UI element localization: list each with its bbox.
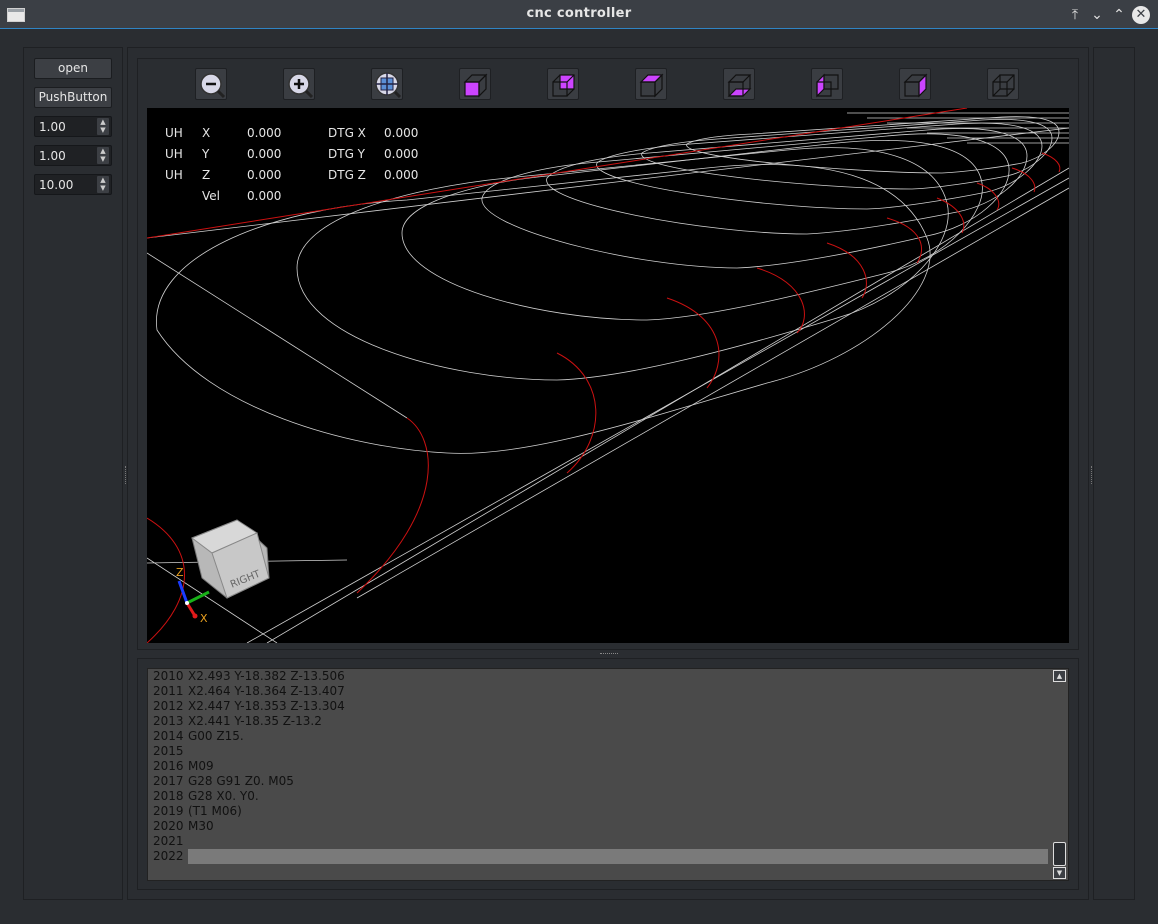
gcode-line[interactable]: 2021 [153,834,188,849]
rapid-arc-10 [1041,152,1061,173]
dro-y-axis: Y [202,147,210,161]
dro-y-state: UH [165,147,183,161]
dro-x-axis: X [202,126,211,140]
toolpath-loop-1 [156,164,931,454]
scroll-up-icon[interactable]: ▲ [1053,670,1066,682]
spinbox-1-arrows[interactable]: ▲ ▼ [97,118,109,135]
minimize-icon[interactable]: ⌄ [1088,6,1106,24]
ramp-line-3 [356,187,1069,599]
toolpath-loop-6 [596,122,1043,210]
ramp-line-6 [147,252,408,419]
push-button[interactable]: PushButton [34,87,112,108]
zoom-fit-button[interactable] [371,68,403,100]
rapid-arc-6 [886,217,922,264]
spinbox-1[interactable]: 1.00 ▲ ▼ [34,116,112,137]
gcode-line[interactable]: 2015 [153,744,188,759]
horizontal-splitter-handle[interactable] [600,653,618,656]
view-top-button[interactable] [635,68,667,100]
current-line-highlight [188,849,1048,864]
spinbox-3-arrows[interactable]: ▲ ▼ [97,176,109,193]
zoom-fit-icon [375,72,402,99]
gcode-line[interactable]: 2010 X2.493 Y-18.382 Z-13.506 [153,669,345,684]
zoom-out-button[interactable] [195,68,227,100]
rapid-arc-5 [826,242,867,299]
gcode-listing[interactable]: 2010 X2.493 Y-18.382 Z-13.506 2011 X2.464 … [147,668,1069,881]
spinbox-2[interactable]: 1.00 ▲ ▼ [34,145,112,166]
dro-z-axis: Z [202,168,211,182]
rapid-arc-origin [147,517,185,643]
spinbox-1-value: 1.00 [39,120,66,134]
toolpath-loop-3 [401,140,983,321]
maximize-icon[interactable]: ⌃ [1110,6,1128,24]
spinbox-2-arrows[interactable]: ▲ ▼ [97,147,109,164]
gcode-line[interactable]: 2017 G28 G91 Z0. M05 [153,774,294,789]
axis-x-label: X [200,612,208,625]
dro-dtg-z-value: 0.000 [384,168,419,182]
gcode-line[interactable]: 2020 M30 [153,819,214,834]
close-icon[interactable]: ✕ [1132,6,1150,24]
scroll-down-icon[interactable]: ▼ [1053,867,1066,879]
window-title: cnc controller [526,6,632,21]
open-button[interactable]: open [34,58,112,79]
view-bottom-icon [727,74,752,97]
gcode-line[interactable]: 2013 X2.441 Y-18.35 Z-13.2 [153,714,322,729]
title-bar: cnc controller ⤒ ⌄ ⌃ ✕ [0,0,1158,29]
dro-dtg-x-value: 0.000 [384,126,419,140]
dro-vel-value: 0.000 [247,189,282,203]
view-wireframe-icon [992,74,1015,97]
dro-x-value: 0.000 [247,126,282,140]
dro-dtg-y-label: DTG Y [328,147,366,161]
view-left-button[interactable] [811,68,843,100]
toolpath-loop-2 [296,147,949,381]
rapid-arc-2 [556,352,597,474]
dro-dtg-z-label: DTG Z [328,168,366,182]
view-front-button[interactable] [547,68,579,100]
gcode-line[interactable]: 2016 M09 [153,759,214,774]
view-front-icon [552,74,575,97]
zoom-out-icon [200,73,226,99]
spinbox-3[interactable]: 10.00 ▲ ▼ [34,174,112,195]
axis-z-label: Z [176,566,184,579]
gcode-scrollbar[interactable]: ▲ ▼ [1053,670,1066,879]
rapid-arc-4 [756,267,805,334]
view-iso-button[interactable] [459,68,491,100]
gcode-line[interactable]: 2011 X2.464 Y-18.364 Z-13.407 [153,684,345,699]
spinbox-3-value: 10.00 [39,178,74,192]
dro-dtg-x-label: DTG X [328,126,366,140]
view-left-icon [816,73,839,98]
gcode-line[interactable]: 2018 G28 X0. Y0. [153,789,259,804]
dro-y-value: 0.000 [247,147,282,161]
keep-above-icon[interactable]: ⤒ [1066,6,1084,24]
gcode-line-current[interactable]: 2022 [153,849,1048,864]
dro-vel-label: Vel [202,189,220,203]
ramp-line-1 [246,177,1069,643]
view-bottom-button[interactable] [723,68,755,100]
right-panel [1093,47,1135,900]
zoom-in-button[interactable] [283,68,315,100]
view-iso-icon [463,73,488,98]
zoom-in-icon [288,73,314,99]
dro-x-state: UH [165,126,183,140]
rapid-arc-1 [356,417,429,594]
view-wireframe-button[interactable] [987,68,1019,100]
rapid-arc-8 [976,182,1000,211]
gcode-line[interactable]: 2019 (T1 M06) [153,804,242,819]
view-top-icon [639,73,664,98]
ramp-line-7 [147,127,1069,239]
scroll-thumb[interactable] [1053,842,1066,866]
toolpath-loop-8 [686,116,1060,174]
toolpath-drawing: RIGHT Z X [147,108,1069,643]
toolpath-loop-5 [546,128,1028,235]
dro-z-value: 0.000 [247,168,282,182]
rapid-arc-3 [666,297,720,389]
view-right-button[interactable] [899,68,931,100]
view-right-icon [903,73,928,98]
gcode-line[interactable]: 2014 G00 Z15. [153,729,244,744]
dro-dtg-y-value: 0.000 [384,147,419,161]
gcode-line[interactable]: 2012 X2.447 Y-18.353 Z-13.304 [153,699,345,714]
spinbox-2-value: 1.00 [39,149,66,163]
dro-z-state: UH [165,168,183,182]
toolpath-viewport[interactable]: RIGHT Z X UH X 0.000 DTG X 0.000 UH Y 0.… [147,108,1069,643]
